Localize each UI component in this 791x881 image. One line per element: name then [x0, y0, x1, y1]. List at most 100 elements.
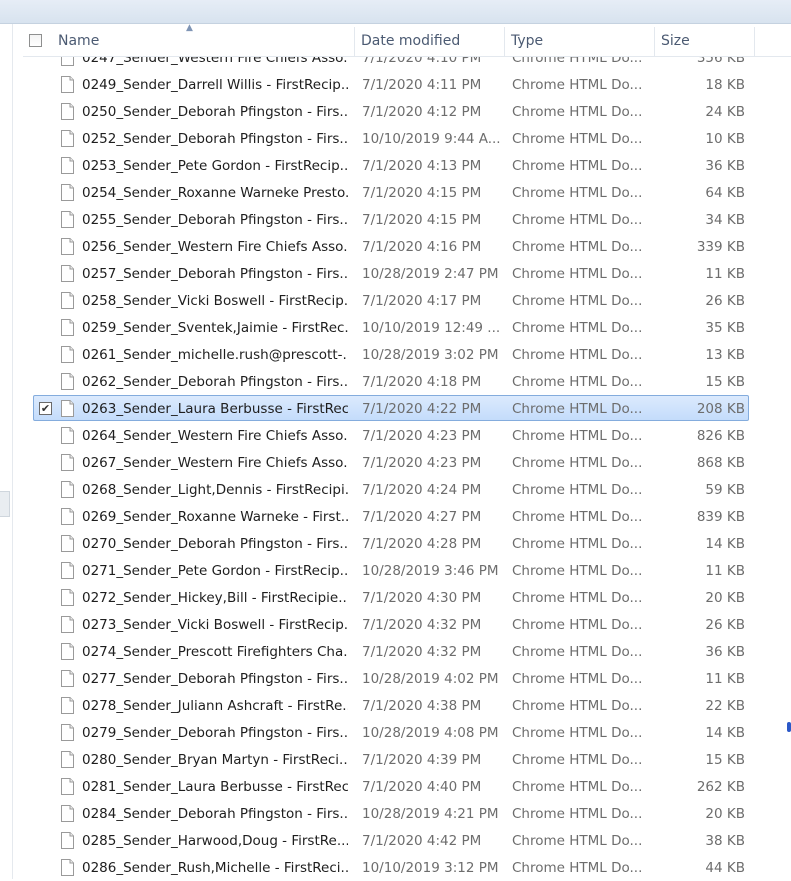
file-type: Chrome HTML Do...	[512, 779, 643, 795]
file-size: 15 KB	[705, 752, 745, 768]
file-size: 262 KB	[696, 779, 745, 795]
file-name: 0268_Sender_Light,Dennis - FirstRecipi..…	[82, 482, 348, 498]
navigation-pane-edge	[0, 24, 13, 879]
file-name: 0258_Sender_Vicki Boswell - FirstRecip..…	[82, 293, 348, 309]
file-row[interactable]: 0279_Sender_Deborah Pfingston - Firs... 1…	[33, 719, 749, 745]
html-file-icon	[61, 292, 74, 309]
file-type: Chrome HTML Do...	[512, 374, 643, 390]
file-row[interactable]: 0278_Sender_Juliann Ashcraft - FirstRe..…	[33, 692, 749, 718]
file-date-modified: 10/28/2019 4:21 PM	[362, 806, 499, 822]
file-row[interactable]: 0273_Sender_Vicki Boswell - FirstRecip..…	[33, 611, 749, 637]
file-row[interactable]: 0280_Sender_Bryan Martyn - FirstReci... 7…	[33, 746, 749, 772]
file-size: 208 KB	[696, 401, 745, 417]
file-date-modified: 7/1/2020 4:24 PM	[362, 482, 482, 498]
file-name: 0274_Sender_Prescott Firefighters Cha...	[82, 644, 348, 660]
html-file-icon	[61, 697, 74, 714]
file-size: 24 KB	[705, 104, 745, 120]
file-name: 0273_Sender_Vicki Boswell - FirstRecip..…	[82, 617, 348, 633]
file-row[interactable]: 0262_Sender_Deborah Pfingston - Firs... 7…	[33, 368, 749, 394]
column-header-date-label: Date modified	[361, 33, 461, 49]
html-file-icon	[61, 130, 74, 147]
file-row[interactable]: 0277_Sender_Deborah Pfingston - Firs... 1…	[33, 665, 749, 691]
file-size: 38 KB	[705, 833, 745, 849]
file-row[interactable]: ✔ 0263_Sender_Laura Berbusse - FirstRec..…	[33, 395, 749, 421]
file-row[interactable]: 0249_Sender_Darrell Willis - FirstRecip.…	[33, 71, 749, 97]
file-row[interactable]: 0261_Sender_michelle.rush@prescott-... 10…	[33, 341, 749, 367]
file-date-modified: 10/10/2019 9:44 A...	[362, 131, 501, 147]
html-file-icon	[61, 400, 74, 417]
html-file-icon	[61, 373, 74, 390]
scroll-indicator	[787, 722, 791, 732]
file-row[interactable]: 0270_Sender_Deborah Pfingston - Firs... 7…	[33, 530, 749, 556]
file-row[interactable]: 0268_Sender_Light,Dennis - FirstRecipi..…	[33, 476, 749, 502]
file-size: 26 KB	[705, 293, 745, 309]
column-header-date-modified[interactable]: Date modified	[355, 27, 505, 56]
column-header-type[interactable]: Type	[505, 27, 655, 56]
column-header-name[interactable]: ▲ Name	[23, 23, 355, 56]
file-row[interactable]: 0255_Sender_Deborah Pfingston - Firs... 7…	[33, 206, 749, 232]
file-size: 10 KB	[705, 131, 745, 147]
html-file-icon	[61, 751, 74, 768]
file-row[interactable]: 0258_Sender_Vicki Boswell - FirstRecip..…	[33, 287, 749, 313]
file-size: 64 KB	[705, 185, 745, 201]
pane-splitter-handle[interactable]	[0, 491, 10, 517]
file-row[interactable]: 0256_Sender_Western Fire Chiefs Asso... 7…	[33, 233, 749, 259]
column-header-size[interactable]: Size	[655, 27, 755, 56]
file-date-modified: 7/1/2020 4:32 PM	[362, 617, 482, 633]
file-size: 18 KB	[705, 77, 745, 93]
file-row[interactable]: 0281_Sender_Laura Berbusse - FirstRec...…	[33, 773, 749, 799]
file-row[interactable]: 0286_Sender_Rush,Michelle - FirstReci...…	[33, 854, 749, 880]
file-type: Chrome HTML Do...	[512, 509, 643, 525]
file-name: 0262_Sender_Deborah Pfingston - Firs...	[82, 374, 348, 390]
html-file-icon	[61, 562, 74, 579]
file-size: 14 KB	[705, 725, 745, 741]
file-date-modified: 7/1/2020 4:27 PM	[362, 509, 482, 525]
file-size: 20 KB	[705, 806, 745, 822]
file-row[interactable]: 0274_Sender_Prescott Firefighters Cha...…	[33, 638, 749, 664]
file-row[interactable]: 0250_Sender_Deborah Pfingston - Firs... 7…	[33, 98, 749, 124]
file-row[interactable]: 0284_Sender_Deborah Pfingston - Firs... 1…	[33, 800, 749, 826]
select-all-checkbox[interactable]	[29, 34, 42, 47]
file-name: 0249_Sender_Darrell Willis - FirstRecip.…	[82, 77, 348, 93]
file-type: Chrome HTML Do...	[512, 644, 643, 660]
file-type: Chrome HTML Do...	[512, 347, 643, 363]
file-date-modified: 7/1/2020 4:13 PM	[362, 158, 482, 174]
file-row[interactable]: 0271_Sender_Pete Gordon - FirstRecip... 1…	[33, 557, 749, 583]
html-file-icon	[61, 724, 74, 741]
file-date-modified: 10/28/2019 3:46 PM	[362, 563, 499, 579]
html-file-icon	[61, 589, 74, 606]
file-row[interactable]: 0264_Sender_Western Fire Chiefs Asso... 7…	[33, 422, 749, 448]
file-size: 11 KB	[705, 266, 745, 282]
html-file-icon	[61, 616, 74, 633]
file-row[interactable]: 0254_Sender_Roxanne Warneke Presto... 7/1…	[33, 179, 749, 205]
file-type: Chrome HTML Do...	[512, 77, 643, 93]
file-date-modified: 7/1/2020 4:39 PM	[362, 752, 482, 768]
file-type: Chrome HTML Do...	[512, 185, 643, 201]
file-size: 339 KB	[696, 239, 745, 255]
file-name: 0281_Sender_Laura Berbusse - FirstRec...	[82, 779, 348, 795]
row-checkbox[interactable]: ✔	[39, 402, 52, 415]
file-date-modified: 7/1/2020 4:30 PM	[362, 590, 482, 606]
file-date-modified: 10/10/2019 3:12 PM	[362, 860, 499, 876]
file-row[interactable]: 0269_Sender_Roxanne Warneke - First... 7/…	[33, 503, 749, 529]
file-row[interactable]: 0252_Sender_Deborah Pfingston - Firs... 1…	[33, 125, 749, 151]
file-row[interactable]: 0267_Sender_Western Fire Chiefs Asso... 7…	[33, 449, 749, 475]
html-file-icon	[61, 454, 74, 471]
file-row[interactable]: 0257_Sender_Deborah Pfingston - Firs... 1…	[33, 260, 749, 286]
file-type: Chrome HTML Do...	[512, 401, 643, 417]
file-size: 36 KB	[705, 644, 745, 660]
file-row[interactable]: 0285_Sender_Harwood,Doug - FirstRe... 7/1…	[33, 827, 749, 853]
file-type: Chrome HTML Do...	[512, 158, 643, 174]
html-file-icon	[61, 211, 74, 228]
file-row[interactable]: 0272_Sender_Hickey,Bill - FirstRecipie..…	[33, 584, 749, 610]
file-row[interactable]: 0253_Sender_Pete Gordon - FirstRecip... 7…	[33, 152, 749, 178]
sort-ascending-icon: ▲	[186, 23, 193, 33]
file-row[interactable]: 0259_Sender_Sventek,Jaimie - FirstRec...…	[33, 314, 749, 340]
file-date-modified: 7/1/2020 4:22 PM	[362, 401, 482, 417]
file-date-modified: 7/1/2020 4:32 PM	[362, 644, 482, 660]
html-file-icon	[61, 76, 74, 93]
file-size: 826 KB	[696, 428, 745, 444]
file-type: Chrome HTML Do...	[512, 455, 643, 471]
file-type: Chrome HTML Do...	[512, 752, 643, 768]
html-file-icon	[61, 643, 74, 660]
